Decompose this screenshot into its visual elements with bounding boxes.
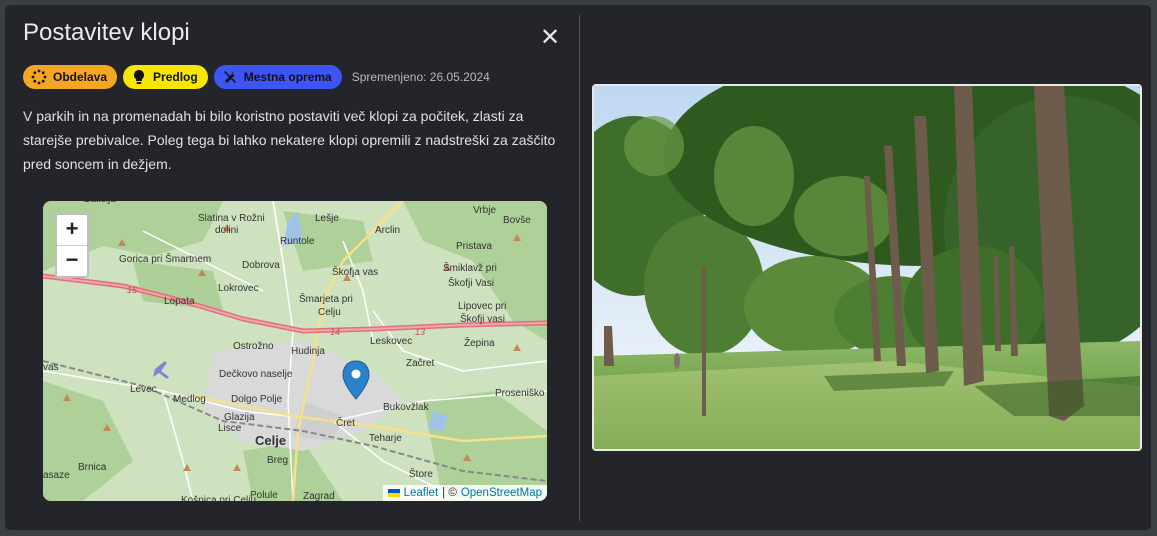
proposal-modal: Postavitev klopi ✕ Obdelava Predlog Mest… bbox=[4, 4, 1152, 531]
svg-text:Celje: Celje bbox=[255, 433, 286, 448]
svg-text:Gorica pri Šmartnem: Gorica pri Šmartnem bbox=[119, 252, 211, 265]
badge-row: Obdelava Predlog Mestna oprema Spremenje… bbox=[23, 65, 490, 89]
status-badge: Obdelava bbox=[23, 65, 118, 89]
svg-text:Bovše: Bovše bbox=[503, 215, 531, 226]
svg-text:Šmiklavž pri: Šmiklavž pri bbox=[443, 261, 497, 274]
svg-text:13: 13 bbox=[415, 327, 425, 337]
svg-text:Zagrad: Zagrad bbox=[303, 491, 335, 501]
lightbulb-icon bbox=[134, 70, 145, 84]
location-map[interactable]: Galicija Slatina v Rožni dolini Lešje Vr… bbox=[43, 201, 547, 501]
svg-text:asaze: asaze bbox=[43, 470, 70, 481]
status-badge-label: Obdelava bbox=[53, 70, 108, 84]
svg-text:Pristava: Pristava bbox=[456, 241, 493, 252]
modified-date: Spremenjeno: 26.05.2024 bbox=[351, 70, 490, 84]
svg-text:Škofja vas: Škofja vas bbox=[332, 265, 378, 278]
svg-text:Začret: Začret bbox=[406, 358, 435, 369]
svg-text:Galicija: Galicija bbox=[83, 201, 116, 205]
attribution-separator: | © bbox=[442, 487, 457, 499]
zoom-out-button[interactable]: − bbox=[57, 246, 87, 276]
zoom-in-button[interactable]: + bbox=[57, 215, 87, 246]
spinner-icon bbox=[31, 69, 47, 85]
modal-divider bbox=[579, 15, 580, 521]
svg-text:Čret: Čret bbox=[336, 416, 355, 429]
svg-text:Vrbje: Vrbje bbox=[473, 205, 496, 216]
svg-text:vas: vas bbox=[43, 362, 59, 373]
svg-text:Lipovec pri: Lipovec pri bbox=[458, 301, 506, 312]
svg-text:Proseniško: Proseniško bbox=[495, 388, 545, 399]
svg-text:dolini: dolini bbox=[215, 225, 238, 236]
modal-title: Postavitev klopi bbox=[23, 19, 190, 46]
type-badge-label: Predlog bbox=[153, 70, 198, 84]
openstreetmap-link[interactable]: OpenStreetMap bbox=[461, 487, 542, 499]
svg-text:Ostrožno: Ostrožno bbox=[233, 341, 274, 352]
svg-text:Levec: Levec bbox=[130, 384, 157, 395]
svg-text:Lešje: Lešje bbox=[315, 213, 339, 224]
svg-text:Lisce: Lisce bbox=[218, 423, 242, 434]
svg-text:Štore: Štore bbox=[409, 467, 433, 480]
svg-text:Celju: Celju bbox=[318, 307, 341, 318]
svg-text:Arclin: Arclin bbox=[375, 225, 400, 236]
proposal-description: V parkih in na promenadah bi bilo korist… bbox=[23, 108, 556, 172]
svg-text:14: 14 bbox=[330, 327, 340, 337]
map-attribution: Leaflet | © OpenStreetMap bbox=[382, 485, 547, 501]
svg-text:Škofji vasi: Škofji vasi bbox=[460, 312, 505, 325]
type-badge: Predlog bbox=[123, 65, 208, 89]
svg-text:Teharje: Teharje bbox=[369, 433, 402, 444]
svg-text:Hudinja: Hudinja bbox=[291, 346, 325, 357]
park-trees-photo bbox=[594, 86, 1140, 449]
category-badge: Mestna oprema bbox=[213, 65, 342, 89]
svg-text:Lopata: Lopata bbox=[164, 296, 195, 307]
svg-text:15: 15 bbox=[127, 285, 138, 295]
svg-text:Dobrova: Dobrova bbox=[242, 260, 280, 271]
svg-text:Žepina: Žepina bbox=[464, 336, 495, 349]
close-icon[interactable]: ✕ bbox=[539, 26, 561, 50]
svg-text:Šmarjeta pri: Šmarjeta pri bbox=[299, 292, 353, 305]
ukraine-flag-icon bbox=[387, 489, 400, 497]
svg-text:Dečkovo naselje: Dečkovo naselje bbox=[219, 369, 293, 380]
svg-text:Breg: Breg bbox=[267, 455, 288, 466]
proposal-photo[interactable] bbox=[592, 84, 1142, 451]
map-zoom-control: + − bbox=[55, 213, 89, 278]
svg-text:Medlog: Medlog bbox=[173, 394, 206, 405]
svg-text:Košnica pri Celju: Košnica pri Celju bbox=[181, 495, 256, 501]
category-badge-label: Mestna oprema bbox=[243, 70, 332, 84]
svg-text:Škofji Vasi: Škofji Vasi bbox=[448, 276, 494, 289]
svg-text:Bukovžlak: Bukovžlak bbox=[383, 402, 430, 413]
svg-text:Dolgo Polje: Dolgo Polje bbox=[231, 394, 283, 405]
svg-text:Slatina v Rožni: Slatina v Rožni bbox=[198, 213, 265, 224]
svg-text:Brnica: Brnica bbox=[78, 462, 107, 473]
svg-text:Glazija: Glazija bbox=[224, 412, 255, 423]
svg-text:Runtole: Runtole bbox=[280, 236, 315, 247]
svg-text:Lokrovec: Lokrovec bbox=[218, 283, 259, 294]
map-tiles: Galicija Slatina v Rožni dolini Lešje Vr… bbox=[43, 201, 547, 501]
tools-icon bbox=[223, 71, 236, 83]
svg-text:Leskovec: Leskovec bbox=[370, 336, 412, 347]
leaflet-link[interactable]: Leaflet bbox=[404, 487, 439, 499]
